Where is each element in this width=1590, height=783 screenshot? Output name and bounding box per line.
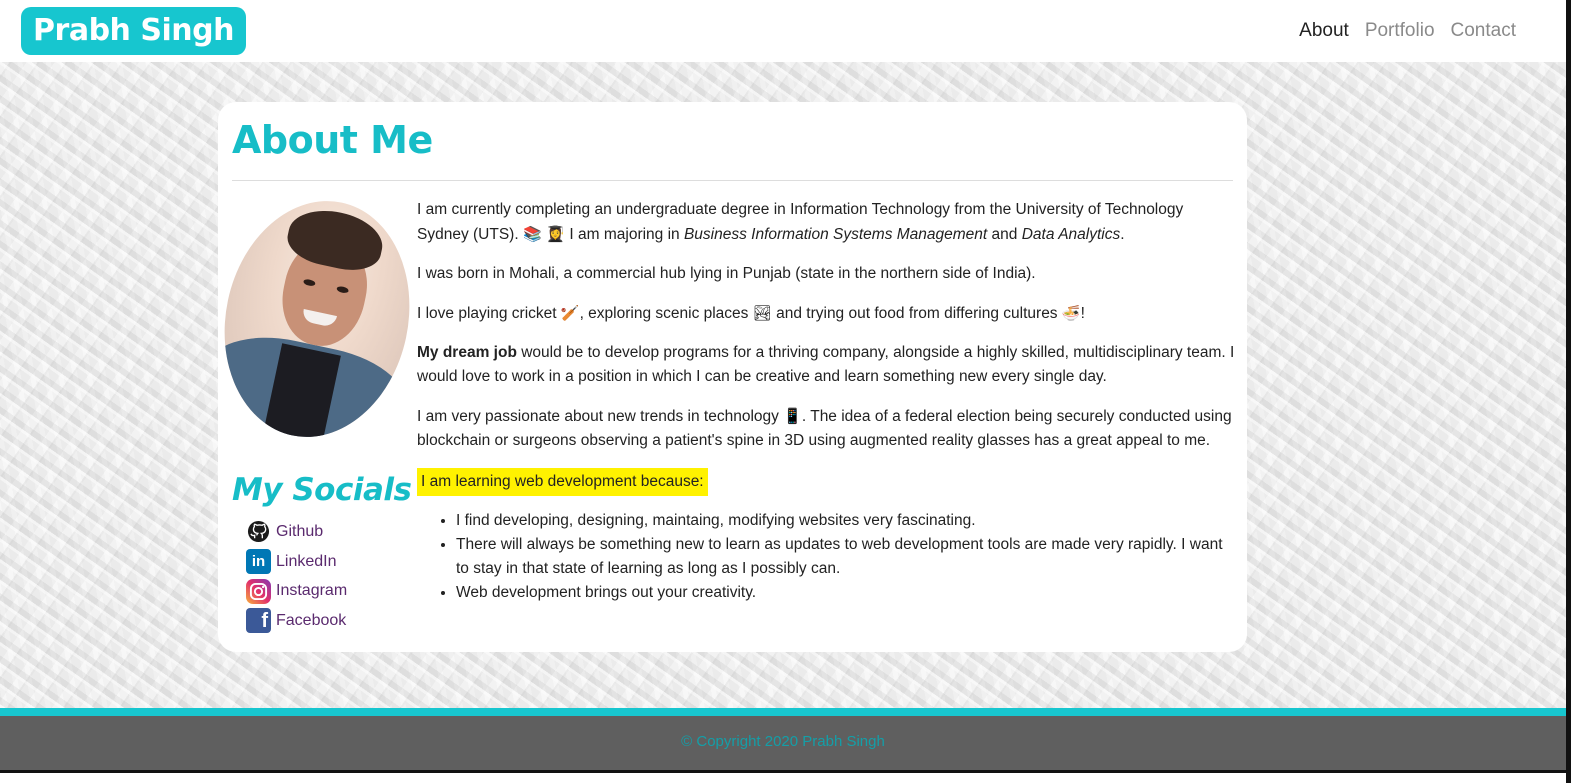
majoring-text: I am majoring in [569,226,680,243]
facebook-icon: f [246,608,271,634]
web-dev-highlight: I am learning web development because: [417,468,708,496]
paragraph-technology: I am very passionate about new trends in… [417,404,1237,453]
phone-emoji: 📱 [783,407,802,425]
brand-logo[interactable]: Prabh Singh [21,7,246,55]
social-link-github[interactable]: Github [246,517,347,547]
window-edge-line-bottom [0,770,1566,773]
page-background: Prabh Singh About Portfolio Contact Abou… [0,0,1566,770]
socials-heading: My Socials [232,472,412,508]
list-item: There will always be something new to le… [456,533,1237,581]
scenic-emoji: 🏞 [752,304,772,322]
major-data-analytics: Data Analytics [1021,226,1121,243]
social-link-linkedin[interactable]: in LinkedIn [246,547,347,577]
about-card: About Me My Socials Github in LinkedIn I… [203,102,1247,652]
window-right-edge [1566,0,1590,783]
window-edge-line [1566,0,1571,783]
social-label-instagram: Instagram [276,582,348,600]
and-text: and [991,226,1018,243]
paragraph-hobbies: I love playing cricket 🏏, exploring scen… [417,301,1237,326]
dream-job-text: would be to develop programs for a thriv… [417,344,1235,385]
hobby-food-text: and trying out food from differing cultu… [776,305,1058,322]
instagram-icon [246,578,271,604]
paragraph-birthplace: I was born in Mohali, a commercial hub l… [417,265,1036,282]
social-label-facebook: Facebook [276,611,347,629]
nav-link-portfolio[interactable]: Portfolio [1365,18,1435,44]
social-link-facebook[interactable]: f Facebook [246,606,347,636]
books-student-emoji: 📚 👩‍🎓 [522,225,566,243]
food-emoji: 🍜 [1061,304,1081,322]
profile-photo [203,183,431,455]
about-text: I am currently completing an undergradua… [417,198,1237,605]
paragraph-education: I am currently completing an undergradua… [417,198,1237,247]
socials-list: Github in LinkedIn Instagram f Facebook [246,517,347,636]
nav-links: About Portfolio Contact [1299,18,1516,44]
github-icon [246,519,271,545]
social-label-github: Github [276,522,324,540]
copyright-text: © Copyright 2020 Prabh Singh [681,733,885,750]
page-title: About Me [232,118,433,162]
window-bottom-edge [0,770,1566,783]
social-label-linkedin: LinkedIn [276,552,337,570]
dream-job-label: My dream job [417,344,517,361]
reasons-list: I find developing, designing, maintaing,… [456,509,1237,605]
hobby-cricket-text: I love playing cricket [417,305,557,322]
major-bism: Business Information Systems Management [683,226,988,243]
hobby-places-text: , exploring scenic places [579,305,749,322]
footer-accent-bar [0,708,1566,716]
social-link-instagram[interactable]: Instagram [246,576,347,606]
footer: © Copyright 2020 Prabh Singh [0,716,1566,770]
list-item: Web development brings out your creativi… [456,581,1237,605]
cricket-emoji: 🏏 [560,304,580,322]
technology-text: I am very passionate about new trends in… [417,408,779,425]
nav-link-about[interactable]: About [1299,18,1349,44]
paragraph-dream-job: My dream job would be to develop program… [417,341,1237,389]
exclaim-text: ! [1080,305,1085,322]
period-text: . [1120,226,1125,243]
nav-link-contact[interactable]: Contact [1451,18,1516,44]
list-item: I find developing, designing, maintaing,… [456,509,1237,533]
linkedin-icon: in [246,549,271,575]
navbar: Prabh Singh About Portfolio Contact [0,0,1566,62]
title-divider [232,180,1233,181]
